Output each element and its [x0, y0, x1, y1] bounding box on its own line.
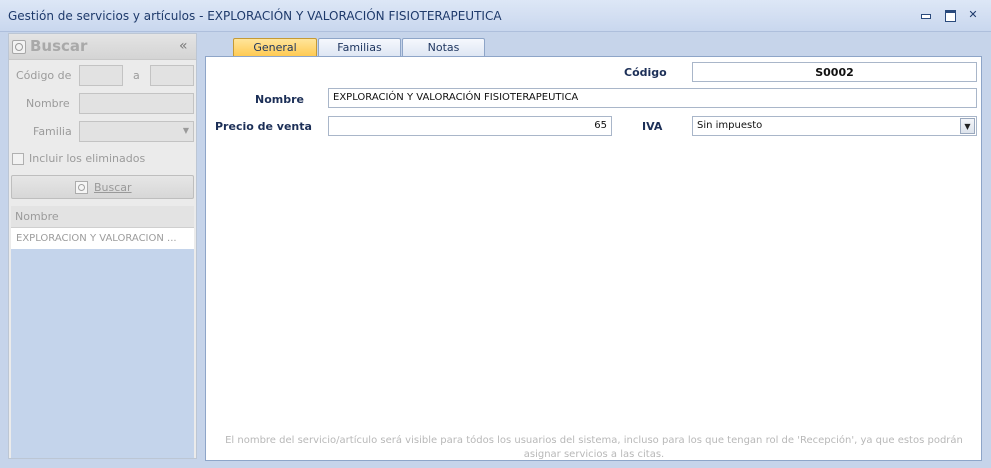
code-from-input[interactable] — [79, 65, 123, 86]
list-item[interactable]: EXPLORACIÓN Y VALORACIÓN ... — [11, 228, 194, 249]
code-to-input[interactable] — [150, 65, 194, 86]
name-filter-label: Nombre — [26, 97, 70, 110]
name-field[interactable]: EXPLORACIÓN Y VALORACIÓN FISIOTERAPEUTIC… — [328, 88, 977, 108]
chevron-down-icon[interactable]: ▼ — [960, 118, 975, 134]
iva-select[interactable]: Sin impuesto ▼ — [692, 116, 977, 136]
include-deleted-label: Incluir los eliminados — [29, 152, 146, 165]
window-title: Gestión de servicios y artículos - EXPLO… — [8, 9, 502, 23]
family-filter-label: Familia — [33, 125, 72, 138]
close-icon[interactable]: ✕ — [966, 8, 980, 22]
include-deleted-checkbox[interactable] — [12, 153, 24, 165]
general-tab-panel: Código S0002 Nombre EXPLORACIÓN Y VALORA… — [205, 56, 982, 461]
tab-general[interactable]: General — [233, 38, 317, 57]
name-filter-input[interactable] — [79, 93, 194, 114]
code-to-label: a — [133, 69, 140, 82]
search-panel: Buscar « Código de a Nombre Familia ▼ In… — [8, 33, 197, 459]
search-icon — [75, 181, 88, 194]
iva-label: IVA — [642, 120, 663, 133]
collapse-icon[interactable]: « — [179, 38, 188, 54]
search-panel-title: Buscar — [30, 37, 88, 55]
tab-familias[interactable]: Familias — [318, 38, 401, 57]
minimize-icon[interactable] — [918, 8, 932, 22]
search-icon — [12, 40, 26, 54]
family-filter-select[interactable]: ▼ — [79, 121, 194, 142]
search-panel-header: Buscar « — [9, 34, 196, 60]
search-button-label: Buscar — [94, 181, 132, 194]
iva-select-value: Sin impuesto — [697, 120, 763, 131]
search-button[interactable]: Buscar — [11, 175, 194, 199]
name-label: Nombre — [255, 93, 304, 106]
code-field[interactable]: S0002 — [692, 62, 977, 82]
title-bar: Gestión de servicios y artículos - EXPLO… — [0, 0, 991, 32]
results-list: Nombre EXPLORACIÓN Y VALORACIÓN ... — [11, 206, 194, 458]
chevron-down-icon: ▼ — [182, 126, 189, 135]
maximize-icon[interactable] — [943, 8, 957, 22]
footer-note: El nombre del servicio/artículo será vis… — [225, 435, 963, 460]
price-field[interactable]: 65 — [328, 116, 612, 136]
price-label: Precio de venta — [215, 120, 312, 133]
tab-notas[interactable]: Notas — [402, 38, 485, 57]
code-from-label: Código de — [16, 69, 72, 82]
results-column-header[interactable]: Nombre — [11, 206, 194, 228]
code-label: Código — [624, 66, 667, 79]
